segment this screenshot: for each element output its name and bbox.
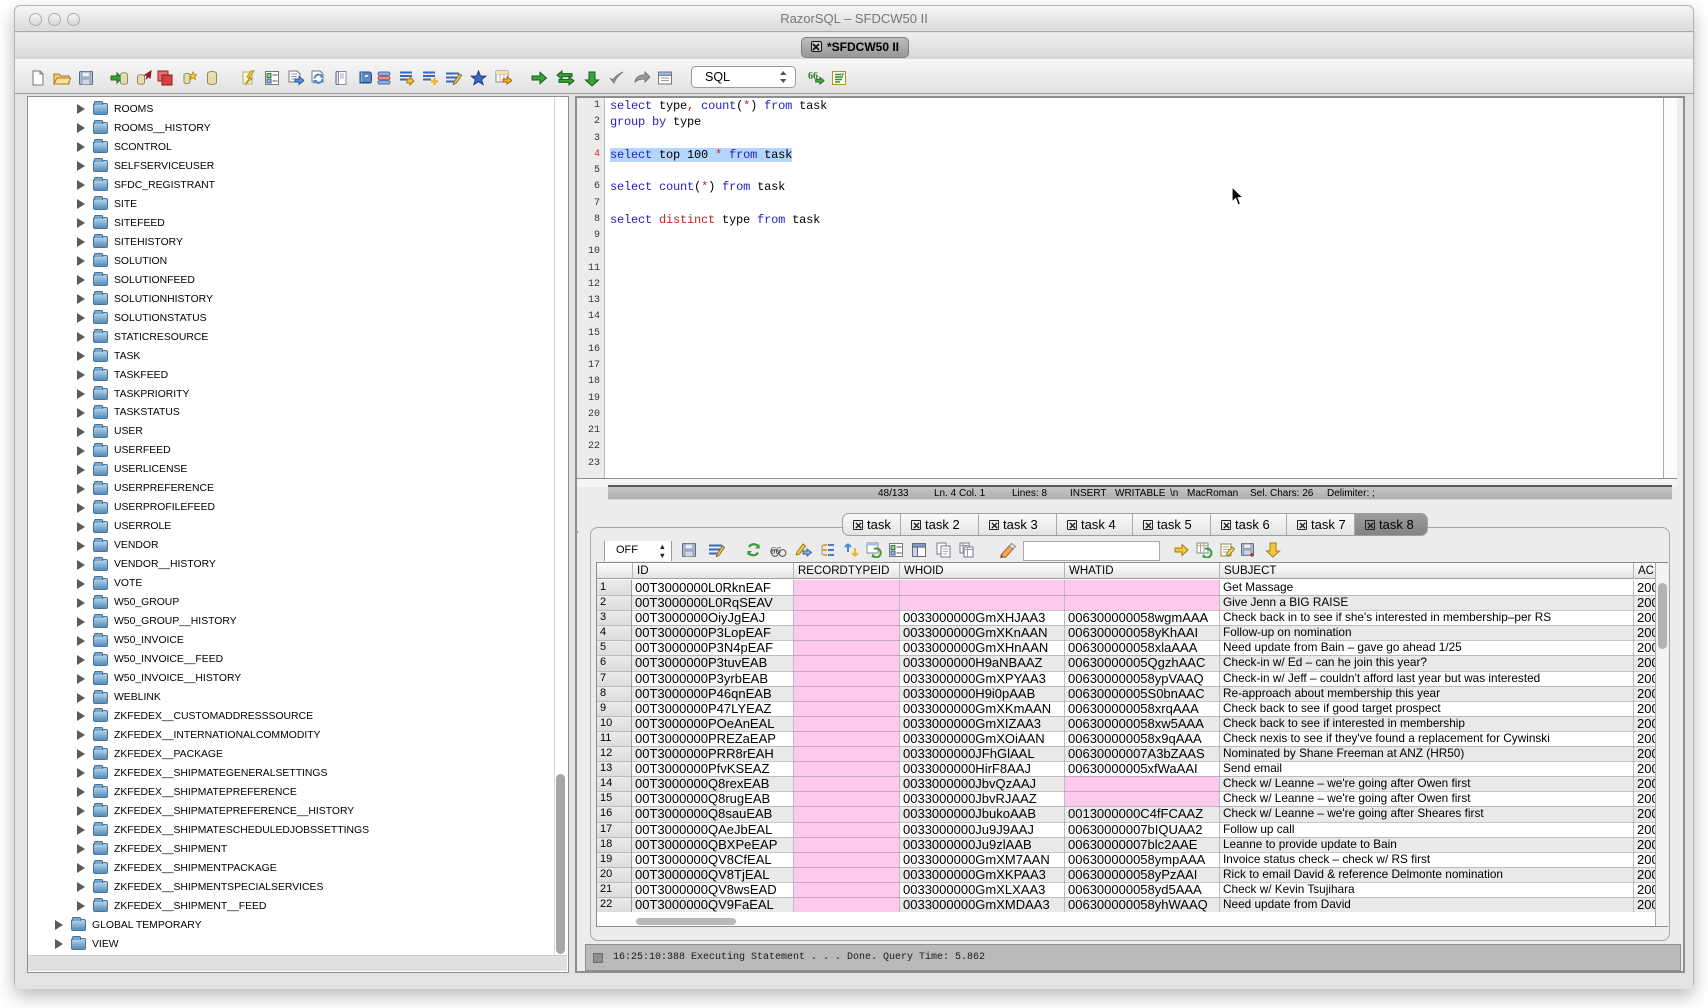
svg-text:SQL: SQL <box>705 70 730 84</box>
